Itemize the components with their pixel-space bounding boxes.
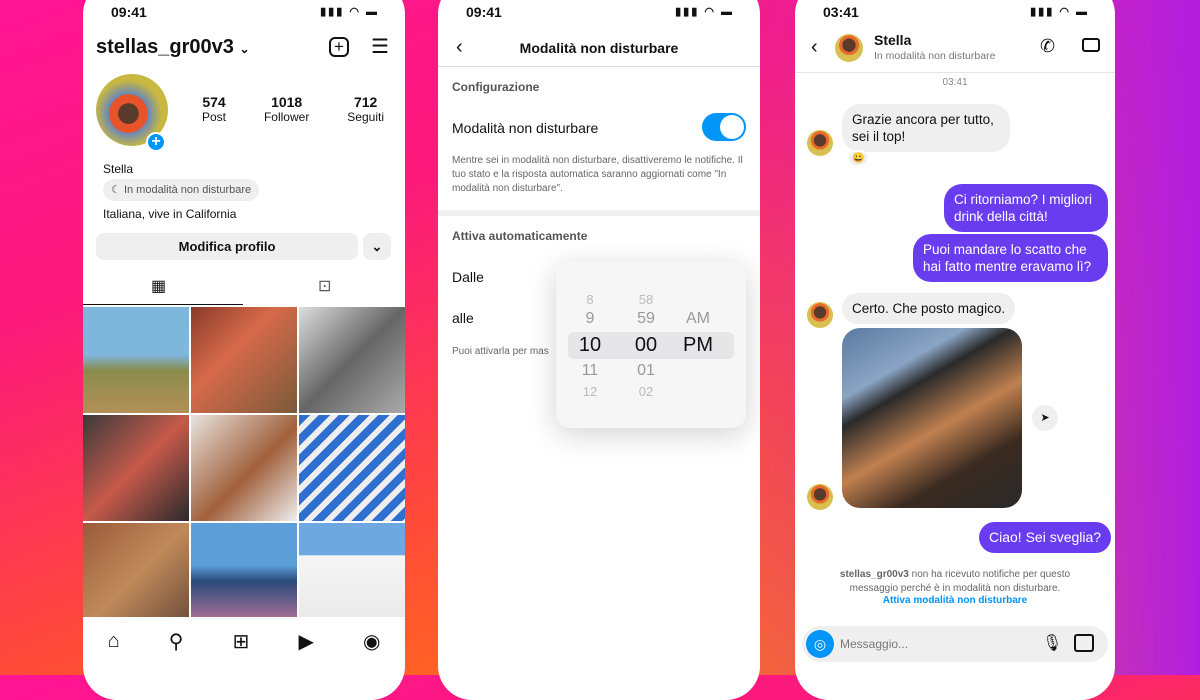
divider <box>438 66 760 67</box>
avatar <box>807 130 833 156</box>
photo-tile[interactable] <box>191 307 297 413</box>
minute-option[interactable]: 58 <box>616 292 676 307</box>
shared-photo[interactable] <box>842 328 1022 508</box>
section-configuration: Configurazione <box>452 80 540 94</box>
hour-option[interactable]: 11 <box>560 362 620 380</box>
camera-icon[interactable]: ◎ <box>806 630 834 658</box>
description: Mentre sei in modalità non disturbare, d… <box>452 155 743 194</box>
username-switcher[interactable]: stellas_gr00v3 ⌄ <box>96 36 250 59</box>
hour-selected[interactable]: 10 <box>560 334 620 357</box>
stat-following[interactable]: 712 Seguiti <box>347 94 384 124</box>
photo-tile[interactable] <box>83 523 189 629</box>
stat-followers[interactable]: 1018 Follower <box>264 94 309 124</box>
contact-avatar[interactable] <box>835 34 863 62</box>
divider <box>438 210 760 216</box>
divider <box>795 72 1115 73</box>
timestamp: 03:41 <box>942 77 968 88</box>
minute-selected[interactable]: 00 <box>616 334 676 357</box>
reaction[interactable]: 😀 <box>847 150 870 167</box>
avatar <box>807 484 833 510</box>
grid-tab-icon[interactable]: ▦ <box>151 276 166 296</box>
section-auto: Attiva automaticamente <box>452 229 588 243</box>
status-icons: ▮▮▮ ◠ ▬ <box>675 6 734 18</box>
time-picker[interactable]: 8 9 10 11 12 58 59 00 01 02 AM PM <box>556 262 746 428</box>
activate-dnd-link[interactable]: Attiva modalità non disturbare <box>795 595 1115 606</box>
create-icon[interactable]: + <box>329 37 349 57</box>
hour-option[interactable]: 8 <box>560 292 620 307</box>
menu-icon[interactable]: ☰ <box>371 34 389 59</box>
photo-tile[interactable] <box>83 307 189 413</box>
stat-posts[interactable]: 574 Post <box>202 94 226 124</box>
message-sent[interactable]: Puoi mandare lo scatto che hai fatto men… <box>913 234 1108 282</box>
microphone-icon[interactable]: 🎙 <box>1042 633 1062 653</box>
reels-icon[interactable]: ▶ <box>298 629 313 654</box>
profile-stats: 574 Post 1018 Follower 712 Seguiti <box>183 94 403 124</box>
from-label[interactable]: Dalle <box>452 269 484 285</box>
photo-tile[interactable] <box>299 307 405 413</box>
edit-profile-button[interactable]: Modifica profilo <box>96 233 358 260</box>
message-received[interactable]: Grazie ancora per tutto, sei il top! <box>842 104 1010 152</box>
profile-icon[interactable]: ◉ <box>363 629 380 654</box>
minute-option[interactable]: 59 <box>616 310 676 328</box>
display-name: Stella <box>103 162 134 176</box>
suggestions-button[interactable]: ⌄ <box>363 233 391 260</box>
minute-option[interactable]: 01 <box>616 362 676 380</box>
share-icon[interactable]: ➤ <box>1032 405 1058 431</box>
message-received[interactable]: Certo. Che posto magico. <box>842 293 1016 324</box>
moon-icon: ☾ <box>111 184 121 196</box>
message-placeholder: Messaggio... <box>840 637 909 651</box>
message-input[interactable]: ◎ Messaggio... 🎙 <box>802 626 1108 662</box>
toggle-label: Modalità non disturbare <box>452 120 599 136</box>
photo-grid <box>83 307 405 629</box>
page-title: Modalità non disturbare <box>519 40 679 56</box>
pm-selected[interactable]: PM <box>668 334 728 357</box>
photo-tile[interactable] <box>191 415 297 521</box>
am-option[interactable]: AM <box>668 310 728 328</box>
chevron-down-icon: ⌄ <box>239 42 250 56</box>
chat-screen: 03:41 ▮▮▮ ◠ ▬ ‹ Stella In modalità non di… <box>795 0 1115 700</box>
message-sent[interactable]: Ci ritorniamo? I migliori drink della ci… <box>944 184 1108 232</box>
contact-status: In modalità non disturbare <box>874 50 996 62</box>
status-icons: ▮▮▮ ◠ ▬ <box>320 6 379 18</box>
search-icon[interactable]: ⚲ <box>169 629 184 654</box>
dnd-notice: stellas_gr00v3 non ha ricevuto notifiche… <box>839 569 1071 594</box>
gallery-icon[interactable] <box>1074 634 1094 652</box>
video-icon[interactable] <box>1082 38 1100 52</box>
status-icons: ▮▮▮ ◠ ▬ <box>1030 6 1089 18</box>
hour-option[interactable]: 12 <box>560 384 620 399</box>
create-post-icon[interactable]: ⊞ <box>233 629 250 654</box>
hour-option[interactable]: 9 <box>560 310 620 328</box>
back-icon[interactable]: ‹ <box>811 36 818 59</box>
status-time: 09:41 <box>466 4 502 20</box>
bio: Italiana, vive in California <box>103 207 237 221</box>
contact-name[interactable]: Stella <box>874 32 911 48</box>
photo-tile[interactable] <box>299 523 405 629</box>
profile-screen: 09:41 ▮▮▮ ◠ ▬ stellas_gr00v3 ⌄ + ☰ + 574 P… <box>83 0 405 700</box>
dnd-toggle[interactable] <box>702 113 746 141</box>
tab-indicator <box>83 304 243 305</box>
status-time: 03:41 <box>823 4 859 20</box>
to-label[interactable]: alle <box>452 310 474 326</box>
do-not-disturb-screen: 09:41 ▮▮▮ ◠ ▬ ‹ Modalità non disturbare C… <box>438 0 760 700</box>
add-story-icon[interactable]: + <box>146 132 166 152</box>
avatar <box>807 302 833 328</box>
status-badge: ☾ In modalità non disturbare <box>103 179 260 201</box>
hint: Puoi attivarla per mas <box>452 346 549 357</box>
photo-tile[interactable] <box>191 523 297 629</box>
minute-option[interactable]: 02 <box>616 384 676 399</box>
photo-tile[interactable] <box>83 415 189 521</box>
username: stellas_gr00v3 <box>96 36 234 58</box>
photo-tile[interactable] <box>299 415 405 521</box>
tagged-tab-icon[interactable]: ⊡ <box>318 276 331 296</box>
message-sent[interactable]: Ciao! Sei sveglia? <box>979 522 1112 553</box>
status-time: 09:41 <box>111 4 147 20</box>
phone-icon[interactable]: ✆ <box>1040 36 1055 57</box>
bottom-nav: ⌂ ⚲ ⊞ ▶ ◉ <box>83 617 405 665</box>
home-icon[interactable]: ⌂ <box>108 630 120 653</box>
